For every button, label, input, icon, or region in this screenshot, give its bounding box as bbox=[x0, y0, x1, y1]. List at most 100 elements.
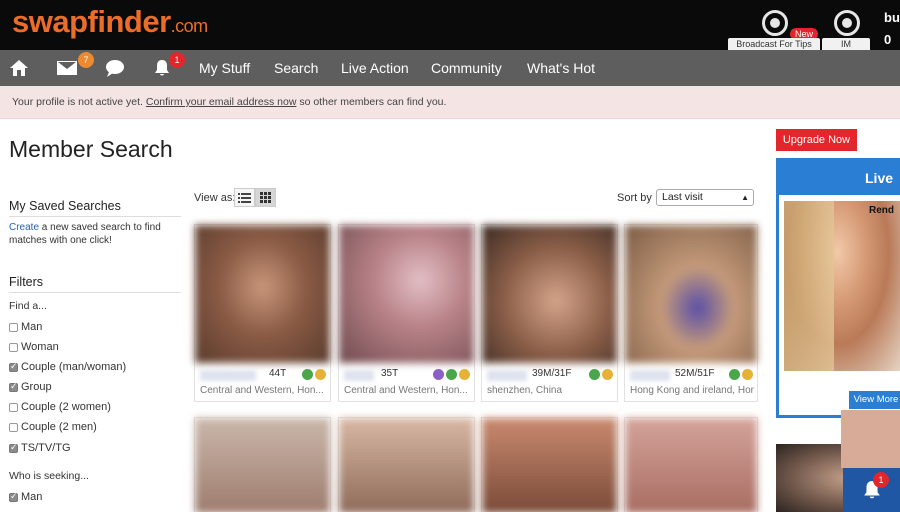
checkbox[interactable] bbox=[9, 422, 18, 432]
member-meta: 35T Central and Western, Hon... bbox=[339, 363, 474, 401]
live-model-image[interactable]: Rend bbox=[784, 201, 900, 371]
member-photo[interactable] bbox=[625, 225, 757, 363]
user-icon bbox=[446, 369, 457, 380]
live-models-panel: Live M Rend View More bbox=[776, 158, 900, 418]
filter-couple-2m[interactable]: Couple (2 men) bbox=[9, 420, 97, 434]
member-location: Central and Western, Hon... bbox=[344, 385, 468, 396]
floating-notif-count: 1 bbox=[873, 472, 889, 488]
checkbox[interactable] bbox=[9, 381, 18, 392]
user-icon bbox=[729, 369, 740, 380]
verified-icon bbox=[433, 369, 444, 380]
username[interactable]: bu bbox=[884, 10, 900, 25]
chat-status-icon bbox=[302, 369, 313, 380]
filter-man[interactable]: Man bbox=[9, 320, 42, 334]
member-location: shenzhen, China bbox=[487, 385, 563, 396]
member-card[interactable]: 44T Central and Western, Hon... bbox=[194, 224, 331, 402]
filter-ts-tv-tg[interactable]: TS/TV/TG bbox=[9, 441, 71, 455]
member-location: Central and Western, Hon... bbox=[200, 385, 324, 396]
member-photo[interactable] bbox=[625, 418, 757, 512]
mail-count-badge: 7 bbox=[78, 52, 94, 68]
member-name-hidden bbox=[200, 370, 256, 381]
checkbox[interactable] bbox=[9, 491, 18, 502]
nav-my-stuff[interactable]: My Stuff bbox=[199, 60, 250, 76]
member-name-hidden bbox=[344, 370, 374, 381]
saved-searches-heading: My Saved Searches bbox=[9, 199, 181, 217]
main-nav: 7 1 My Stuff Search Live Action Communit… bbox=[0, 50, 900, 86]
nav-whats-hot[interactable]: What's Hot bbox=[527, 60, 595, 76]
member-meta: 52M/51F Hong Kong and ireland, Hon... bbox=[625, 363, 757, 401]
member-name-hidden bbox=[630, 370, 670, 381]
live-panel-title: Live M bbox=[779, 161, 900, 220]
floating-notifications-button[interactable]: 1 bbox=[843, 468, 900, 512]
webcam-icon bbox=[834, 10, 860, 36]
member-photo[interactable] bbox=[482, 418, 617, 512]
profile-alert: Your profile is not active yet. Confirm … bbox=[0, 86, 900, 119]
member-card[interactable]: 52M/51F Hong Kong and ireland, Hon... bbox=[624, 224, 758, 402]
user-icon bbox=[589, 369, 600, 380]
site-logo[interactable]: swapfinder.com bbox=[12, 4, 208, 40]
alert-text: Your profile is not active yet. Confirm … bbox=[12, 96, 447, 108]
member-age: 44T bbox=[269, 368, 287, 379]
member-photo[interactable] bbox=[339, 225, 474, 363]
member-card[interactable]: 39M/31F shenzhen, China bbox=[481, 224, 618, 402]
mail-icon[interactable]: 7 bbox=[56, 52, 94, 78]
member-age: 35T bbox=[381, 368, 399, 379]
create-saved-search-link[interactable]: Create bbox=[9, 222, 39, 233]
who-seeking-label: Who is seeking... bbox=[9, 470, 89, 482]
member-card[interactable] bbox=[338, 417, 475, 512]
member-photo[interactable] bbox=[195, 225, 330, 363]
view-as-label: View as: bbox=[194, 192, 236, 204]
filter-couple-mw[interactable]: Couple (man/woman) bbox=[9, 360, 126, 374]
live-thumbnail[interactable] bbox=[841, 410, 900, 468]
crown-icon bbox=[315, 369, 326, 380]
broadcast-button[interactable]: New Broadcast For Tips bbox=[728, 8, 820, 50]
bell-icon[interactable]: 1 bbox=[151, 52, 185, 78]
nav-search[interactable]: Search bbox=[274, 60, 318, 76]
broadcast-label: Broadcast For Tips bbox=[728, 38, 820, 50]
sort-by-label: Sort by bbox=[617, 192, 652, 204]
grid-view-button[interactable] bbox=[255, 188, 276, 207]
webcam-icon bbox=[762, 10, 788, 36]
crown-icon bbox=[602, 369, 613, 380]
member-name-hidden bbox=[487, 370, 527, 381]
home-icon[interactable] bbox=[8, 58, 30, 78]
checkbox[interactable] bbox=[9, 402, 18, 412]
member-location: Hong Kong and ireland, Hon... bbox=[630, 385, 754, 396]
crown-icon bbox=[459, 369, 470, 380]
filter-group[interactable]: Group bbox=[9, 380, 52, 394]
filters-heading: Filters bbox=[9, 275, 181, 293]
list-view-button[interactable] bbox=[234, 188, 255, 207]
chat-icon[interactable] bbox=[104, 58, 126, 78]
select-arrows-icon: ▲ bbox=[741, 193, 749, 202]
checkbox[interactable] bbox=[9, 361, 18, 372]
nav-community[interactable]: Community bbox=[431, 60, 502, 76]
member-meta: 39M/31F shenzhen, China bbox=[482, 363, 617, 401]
member-card[interactable]: 35T Central and Western, Hon... bbox=[338, 224, 475, 402]
alerts-count-badge: 1 bbox=[169, 52, 185, 68]
view-more-button[interactable]: View More bbox=[849, 391, 900, 409]
member-icons bbox=[431, 369, 470, 380]
sort-select[interactable]: Last visit ▲ bbox=[656, 189, 754, 206]
checkbox[interactable] bbox=[9, 322, 18, 332]
crown-icon bbox=[742, 369, 753, 380]
grid-icon bbox=[260, 192, 271, 203]
upgrade-now-button[interactable]: Upgrade Now bbox=[776, 129, 857, 151]
saved-searches-text: Create a new saved search to find matche… bbox=[9, 222, 161, 246]
member-meta: 44T Central and Western, Hon... bbox=[195, 363, 330, 401]
confirm-email-link[interactable]: Confirm your email address now bbox=[146, 96, 297, 108]
filter-couple-2w[interactable]: Couple (2 women) bbox=[9, 400, 111, 414]
checkbox[interactable] bbox=[9, 442, 18, 453]
member-card[interactable] bbox=[194, 417, 331, 512]
seeking-man[interactable]: Man bbox=[9, 490, 42, 504]
checkbox[interactable] bbox=[9, 342, 18, 352]
member-card[interactable] bbox=[624, 417, 758, 512]
member-card[interactable] bbox=[481, 417, 618, 512]
member-photo[interactable] bbox=[339, 418, 474, 512]
list-icon bbox=[238, 192, 251, 203]
im-button[interactable]: IM bbox=[822, 8, 870, 50]
page-title: Member Search bbox=[9, 136, 173, 162]
member-photo[interactable] bbox=[195, 418, 330, 512]
filter-woman[interactable]: Woman bbox=[9, 340, 59, 354]
member-photo[interactable] bbox=[482, 225, 617, 363]
nav-live-action[interactable]: Live Action bbox=[341, 60, 409, 76]
